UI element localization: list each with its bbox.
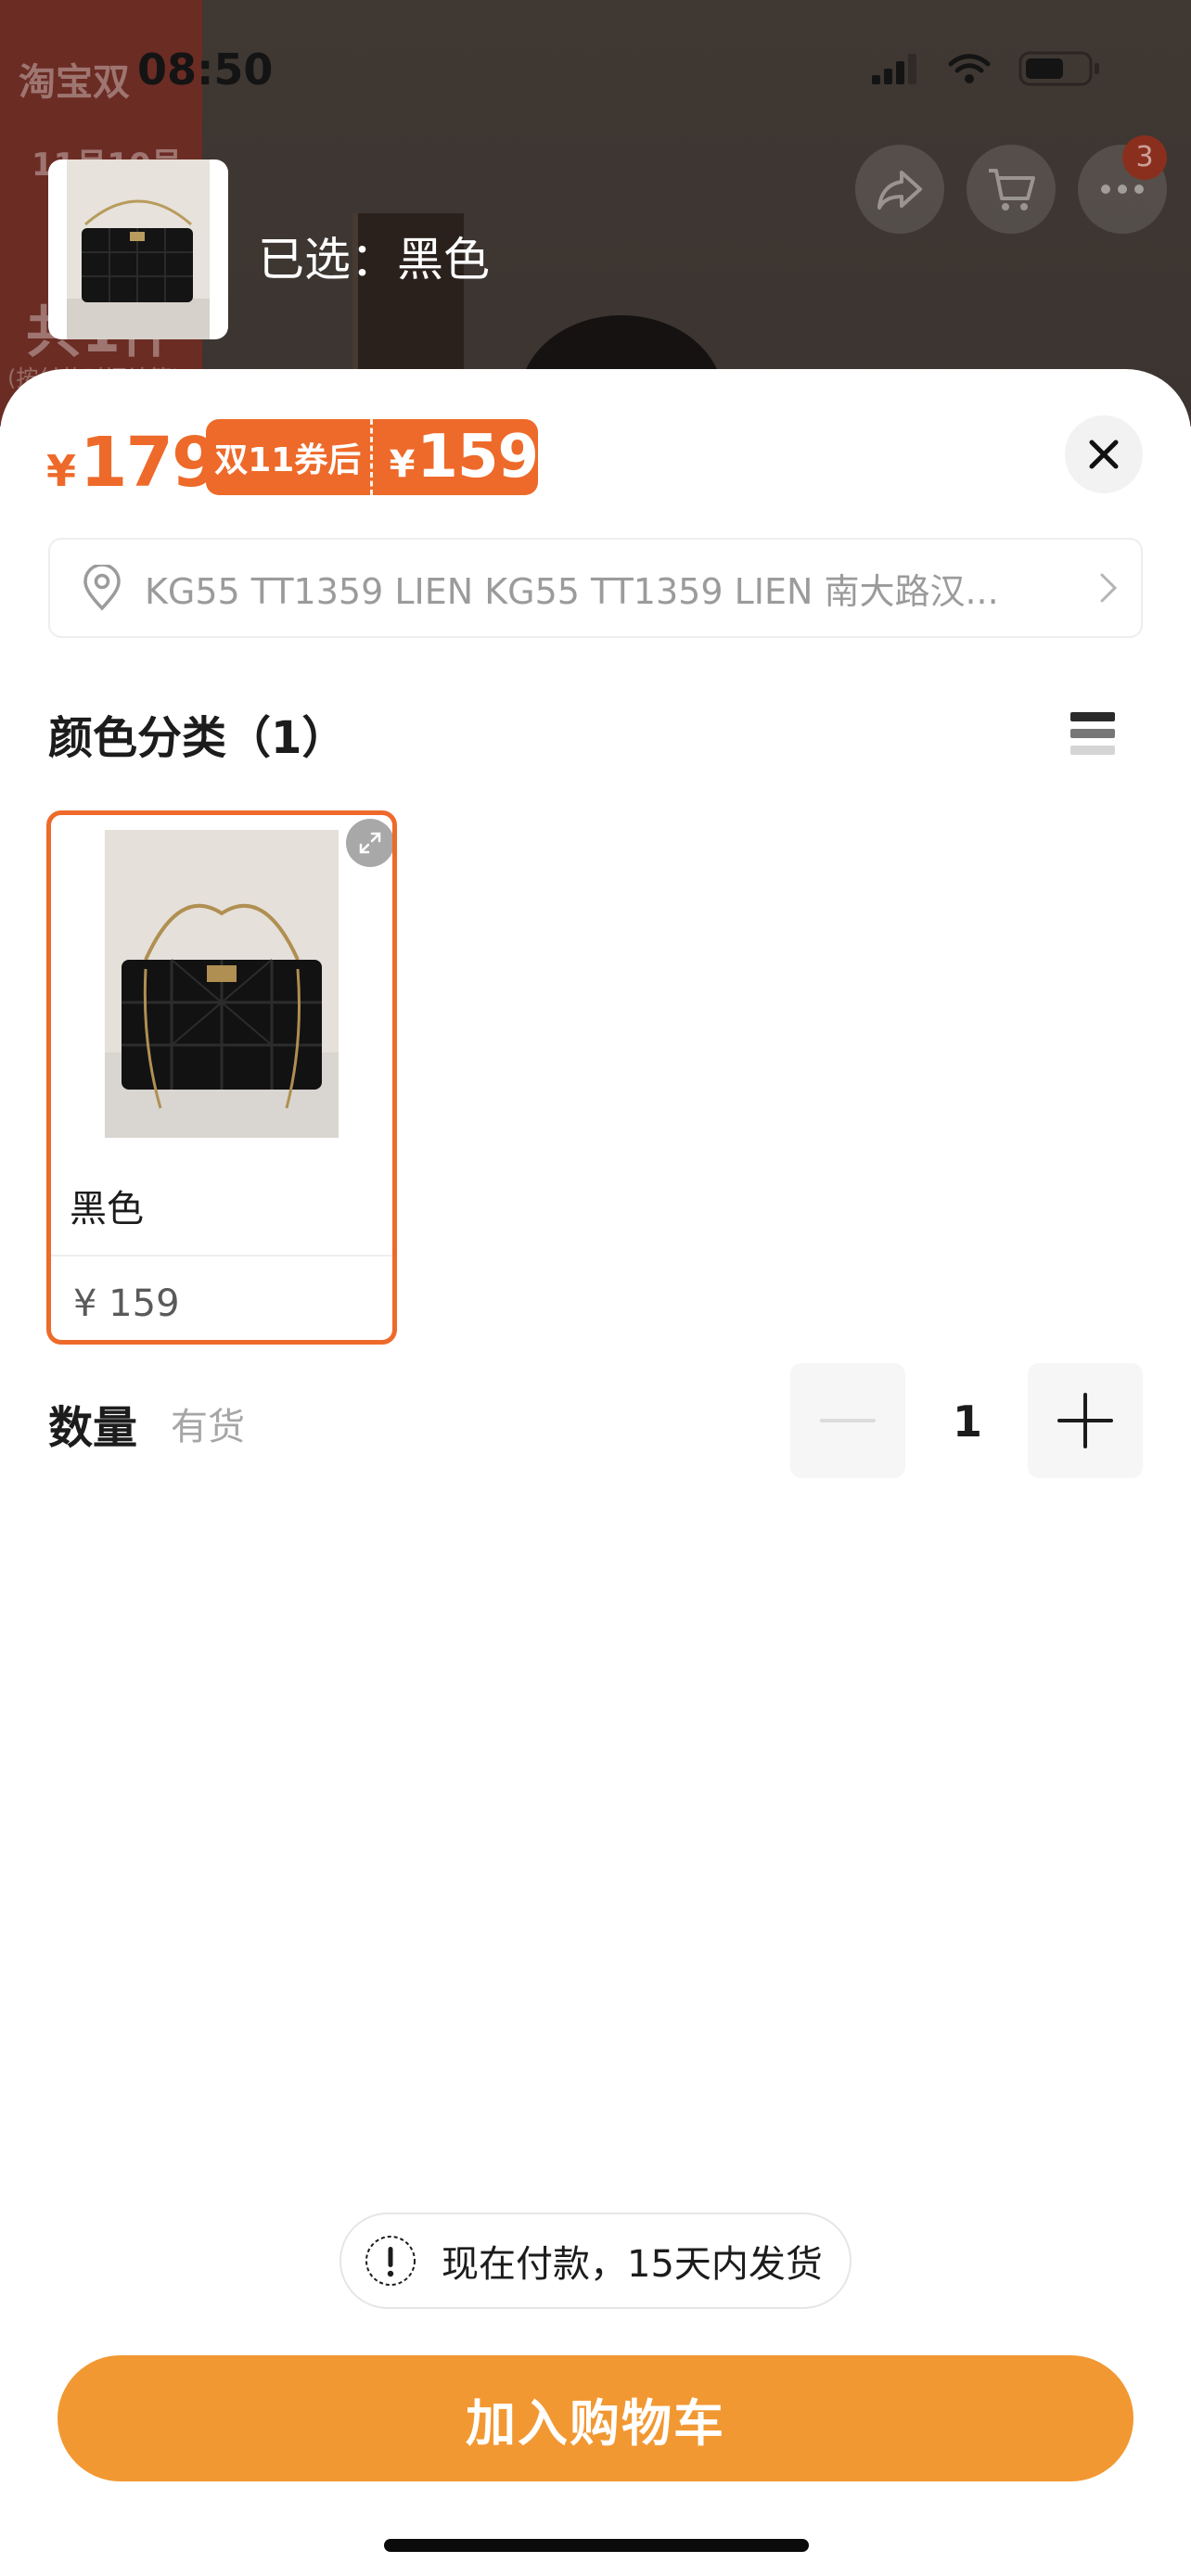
battery-icon [1018, 51, 1099, 86]
list-view-toggle-icon[interactable] [1069, 708, 1117, 759]
wifi-icon [948, 54, 991, 83]
coupon-tag: 双11券后 [214, 441, 362, 479]
cart-count-badge: 3 [1122, 135, 1167, 180]
stock-status: 有货 [171, 1406, 245, 1448]
plus-icon [1057, 1393, 1113, 1448]
shipping-notice: 现在付款，15天内发货 [339, 2213, 852, 2309]
sku-card-divider [51, 1255, 392, 1256]
home-indicator [384, 2539, 809, 2552]
more-icon [1101, 185, 1144, 194]
quantity-value[interactable]: 1 [939, 1396, 996, 1447]
selected-variant-label: 已选：黑色 [258, 233, 490, 287]
share-button[interactable] [855, 145, 944, 234]
cart-icon [989, 169, 1035, 210]
current-price: ¥ 179 [46, 423, 219, 503]
status-icons [872, 50, 1102, 87]
coupon-currency-symbol: ¥ [389, 443, 416, 486]
chevron-right-icon [1100, 573, 1118, 603]
quantity-label: 数量 [48, 1402, 138, 1454]
add-to-cart-button[interactable]: 加入购物车 [58, 2355, 1133, 2481]
sku-option-price: ¥ 159 [73, 1282, 180, 1325]
selected-variant-thumbnail[interactable] [48, 159, 228, 339]
status-time: 08:50 [137, 45, 274, 95]
close-icon [1089, 440, 1119, 469]
currency-symbol: ¥ [46, 446, 77, 496]
sku-picker-screen: 淘宝双 11月10号 共1件 (按付款时间计算) 3 08:50 [0, 0, 1191, 2576]
promo-logo-text: 淘宝双 [19, 61, 130, 104]
sku-option-image [105, 830, 339, 1138]
coupon-price-badge: 双11券后 ¥ 159 [206, 419, 539, 495]
close-button[interactable] [1065, 415, 1143, 493]
shipping-address-row[interactable]: KG55 TT1359 LIEN KG55 TT1359 LIEN 南大路汉..… [48, 538, 1143, 638]
sku-option-name: 黑色 [70, 1188, 144, 1231]
expand-icon [359, 832, 381, 854]
expand-image-button[interactable] [346, 819, 392, 867]
quantity-decrease-button[interactable] [790, 1363, 905, 1478]
coupon-price-value: 159 [416, 423, 539, 491]
coupon-price: ¥ 159 [373, 423, 539, 491]
color-section-title: 颜色分类（1） [48, 712, 347, 764]
handbag-image [67, 159, 210, 339]
price-value: 179 [80, 423, 219, 503]
minus-icon [820, 1419, 876, 1422]
cart-button-top[interactable] [967, 145, 1056, 234]
signal-icon [872, 54, 916, 84]
exclamation-icon [365, 2236, 416, 2286]
location-pin-icon [83, 565, 121, 611]
sku-option-card[interactable]: 黑色 ¥ 159 [46, 810, 397, 1345]
shipping-address-text: KG55 TT1359 LIEN KG55 TT1359 LIEN 南大路汉..… [145, 570, 999, 612]
share-icon [877, 171, 922, 210]
quantity-increase-button[interactable] [1028, 1363, 1143, 1478]
shipping-notice-text: 现在付款，15天内发货 [442, 2243, 823, 2286]
